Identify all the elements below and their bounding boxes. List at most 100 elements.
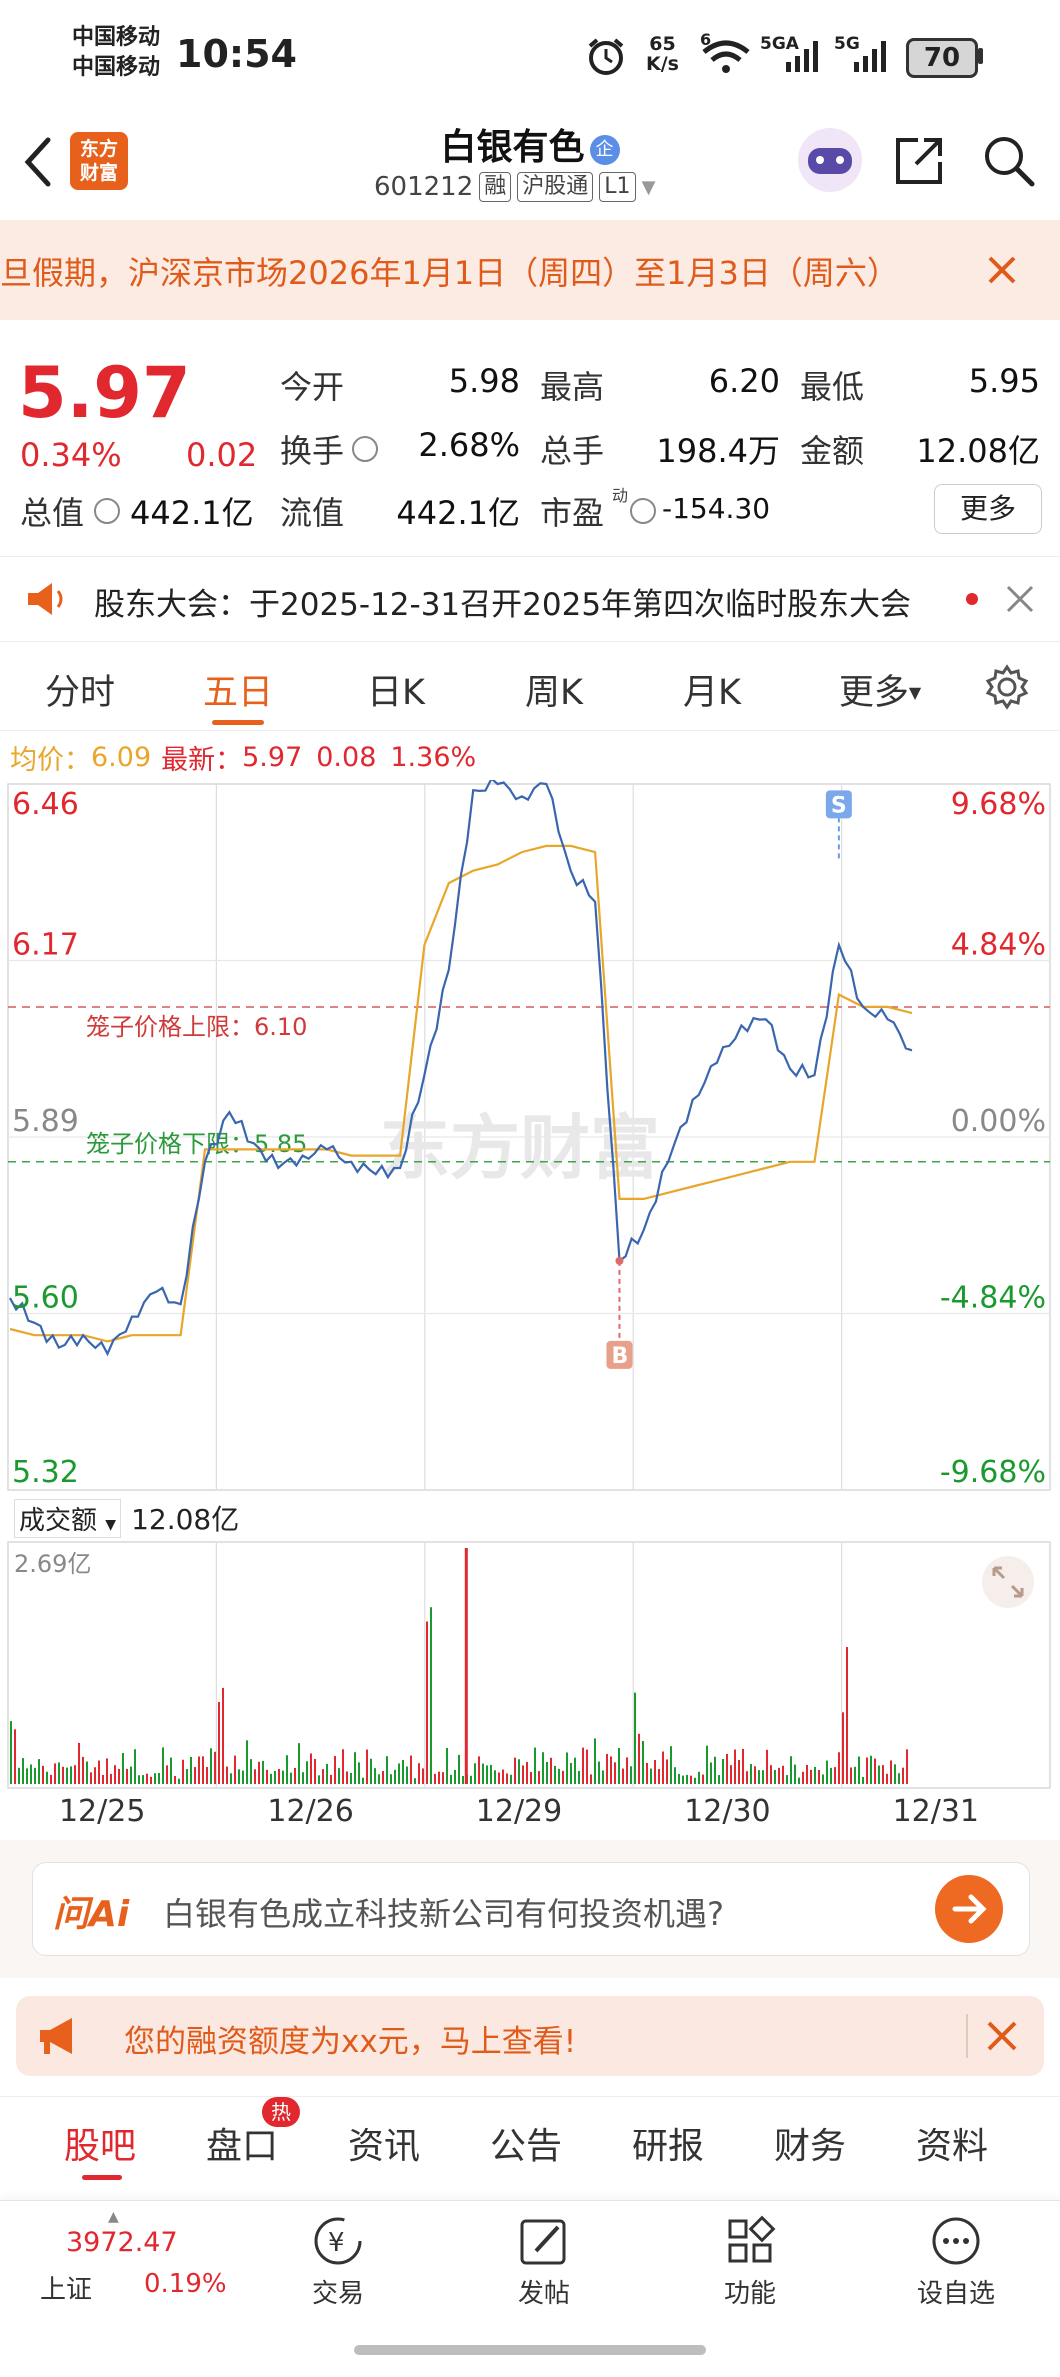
tab-more-label: 更多 <box>838 673 909 713</box>
info-icon[interactable] <box>352 436 378 462</box>
y-tick-left: 5.32 <box>12 1455 79 1490</box>
tab-five-day[interactable]: 五日 <box>178 664 298 715</box>
level-tag[interactable]: L1 <box>599 172 636 202</box>
volume-bar <box>10 1721 12 1784</box>
volume-bar <box>554 1765 556 1784</box>
tab-announcements[interactable]: 公告 <box>490 2117 562 2169</box>
change-percent: 0.34% <box>20 436 122 474</box>
tab-guba[interactable]: 股吧 <box>64 2117 136 2169</box>
price-chart[interactable]: 东方财富 笼子价格上限：6.10笼子价格下限：5.85 BS 6.466.175… <box>0 780 1060 1500</box>
tab-research[interactable]: 研报 <box>632 2117 704 2169</box>
tab-profile[interactable]: 资料 <box>916 2117 988 2169</box>
x-axis-label: 12/26 <box>267 1794 354 1829</box>
volume-bar <box>98 1760 100 1784</box>
volume-bar <box>142 1775 144 1784</box>
volume-bar <box>622 1768 624 1784</box>
volume-bar <box>714 1756 716 1784</box>
alarm-icon <box>588 38 624 75</box>
stock-header: 东方 财富 白银有色 企 601212 融 沪股通 L1 ▼ <box>0 110 1060 220</box>
expand-icon[interactable] <box>982 1556 1034 1608</box>
volume-bar <box>462 1775 464 1784</box>
announcement-bar[interactable]: 股东大会：于2025-12-31召开2025年第四次临时股东大会 <box>0 556 1060 642</box>
volume-bar <box>498 1772 500 1784</box>
volume-bar <box>326 1763 328 1784</box>
volume-bar <box>202 1756 204 1784</box>
volume-bar <box>854 1766 856 1784</box>
volume-bar <box>454 1769 456 1784</box>
volume-bar <box>270 1773 272 1784</box>
volume-bar <box>610 1756 612 1784</box>
stock-name: 白银有色 <box>440 127 585 168</box>
tab-more[interactable]: 更多▼ <box>820 664 940 715</box>
volume-bar <box>582 1747 584 1784</box>
volume-bar <box>734 1749 736 1784</box>
info-icon[interactable] <box>630 498 656 524</box>
volume-bar <box>450 1774 452 1784</box>
robot-avatar-icon[interactable] <box>798 128 862 192</box>
volume-bar <box>494 1770 496 1784</box>
trade-icon: ¥ <box>314 2217 362 2265</box>
y-tick-left: 6.17 <box>12 928 79 963</box>
volume-bar <box>842 1712 844 1784</box>
volume-bar <box>442 1772 444 1784</box>
tab-monthly-k[interactable]: 月K <box>652 664 772 715</box>
nav-trade[interactable]: ¥ 交易 <box>290 2213 386 2310</box>
arrow-right-icon[interactable] <box>935 1875 1003 1943</box>
search-icon[interactable] <box>980 132 1038 190</box>
volume-bar <box>174 1775 176 1784</box>
nav-functions[interactable]: 功能 <box>702 2213 798 2310</box>
volume-bar <box>630 1766 632 1784</box>
tab-news[interactable]: 资讯 <box>348 2117 420 2169</box>
gear-icon[interactable] <box>984 664 1030 710</box>
tab-finance[interactable]: 财务 <box>774 2117 846 2169</box>
share-icon[interactable] <box>890 132 948 190</box>
info-icon[interactable] <box>94 498 120 524</box>
volume-bar <box>606 1753 608 1784</box>
volume-bar <box>50 1774 52 1784</box>
volume-bar <box>814 1766 816 1784</box>
more-quote-button[interactable]: 更多 <box>934 484 1042 534</box>
volume-bar <box>122 1752 124 1784</box>
volume-bar <box>478 1756 480 1784</box>
volume-selector[interactable]: 成交额 ▼ <box>14 1498 122 1538</box>
x-axis-labels: 12/25 12/26 12/29 12/30 12/31 <box>0 1794 1060 1834</box>
volume-bar <box>654 1760 656 1784</box>
x-axis-label: 12/30 <box>684 1794 771 1829</box>
ai-question-box[interactable]: 问Ai 白银有色成立科技新公司有何投资机遇? <box>32 1862 1030 1956</box>
change-amount: 0.02 <box>186 436 258 474</box>
nav-post[interactable]: 发帖 <box>496 2213 592 2310</box>
holiday-notice: 旦假期，沪深京市场2026年1月1日（周四）至1月3日（周六） <box>0 220 1060 320</box>
float-label: 流值 <box>280 494 345 532</box>
volume-bar <box>414 1778 416 1784</box>
volume-bar <box>214 1751 216 1784</box>
index-value[interactable]: 3972.47 <box>66 2227 178 2258</box>
volume-bar <box>726 1753 728 1784</box>
tab-intraday[interactable]: 分时 <box>20 664 140 715</box>
pe-superscript: 动 <box>612 486 629 505</box>
volume-bar <box>878 1765 880 1784</box>
caret-up-icon[interactable]: ▲ <box>108 2209 119 2225</box>
volume-chart[interactable]: 2.69亿 <box>0 1540 1060 1790</box>
nav-add-watchlist[interactable]: 设自选 <box>908 2213 1004 2310</box>
connect-tag: 沪股通 <box>517 172 594 202</box>
close-icon[interactable] <box>984 2018 1020 2054</box>
volume-bar <box>250 1759 252 1784</box>
volume-bar <box>154 1773 156 1784</box>
volume-bar <box>570 1762 572 1784</box>
volume-bar <box>362 1777 364 1784</box>
latest-label: 最新： <box>161 745 243 776</box>
volume-bar <box>722 1758 724 1784</box>
enterprise-badge: 企 <box>589 135 620 165</box>
volume-bar <box>402 1759 404 1784</box>
volume-bar <box>82 1756 84 1784</box>
close-icon[interactable] <box>1004 583 1036 615</box>
tab-weekly-k[interactable]: 周K <box>494 664 614 715</box>
signal-1-icon <box>786 41 818 72</box>
close-icon[interactable] <box>984 252 1020 288</box>
volume-bar <box>314 1758 316 1784</box>
volume-bar <box>894 1764 896 1784</box>
chevron-down-icon[interactable]: ▼ <box>642 177 656 198</box>
tab-daily-k[interactable]: 日K <box>336 664 456 715</box>
tab-pankou[interactable]: 盘口 <box>206 2117 278 2169</box>
financing-promo[interactable]: 您的融资额度为xx元，马上查看! <box>16 1996 1044 2076</box>
